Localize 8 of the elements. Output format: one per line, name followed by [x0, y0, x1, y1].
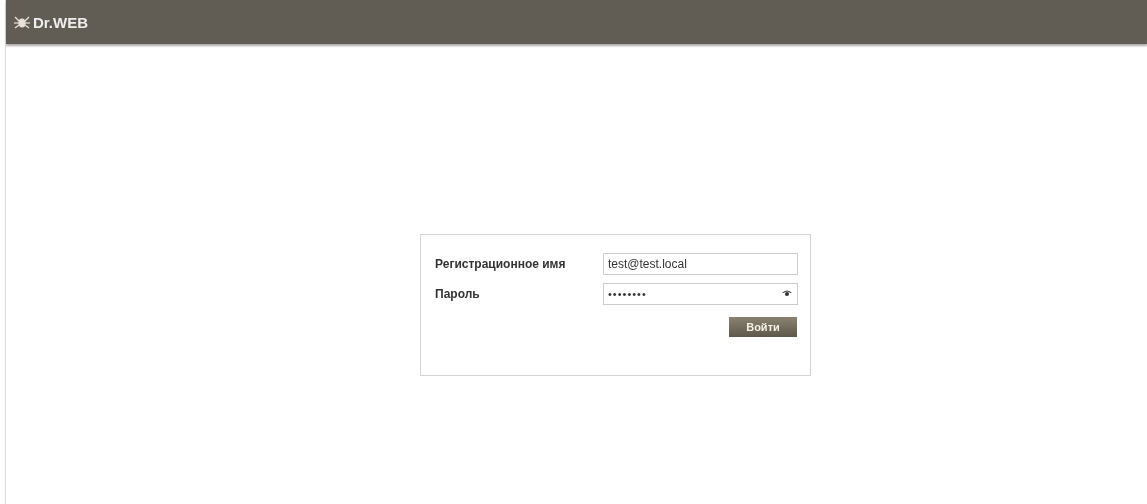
- eye-icon[interactable]: [782, 289, 792, 296]
- logo-text: Dr.WEB: [33, 13, 88, 31]
- spider-logo-icon: [14, 15, 30, 29]
- username-field[interactable]: test@test.local: [603, 253, 798, 275]
- field-label: Пароль: [435, 287, 481, 301]
- field-label: Регистрационное имя: [435, 257, 567, 271]
- password-field[interactable]: ••••••••: [603, 283, 798, 305]
- login-button[interactable]: Войти: [729, 317, 797, 337]
